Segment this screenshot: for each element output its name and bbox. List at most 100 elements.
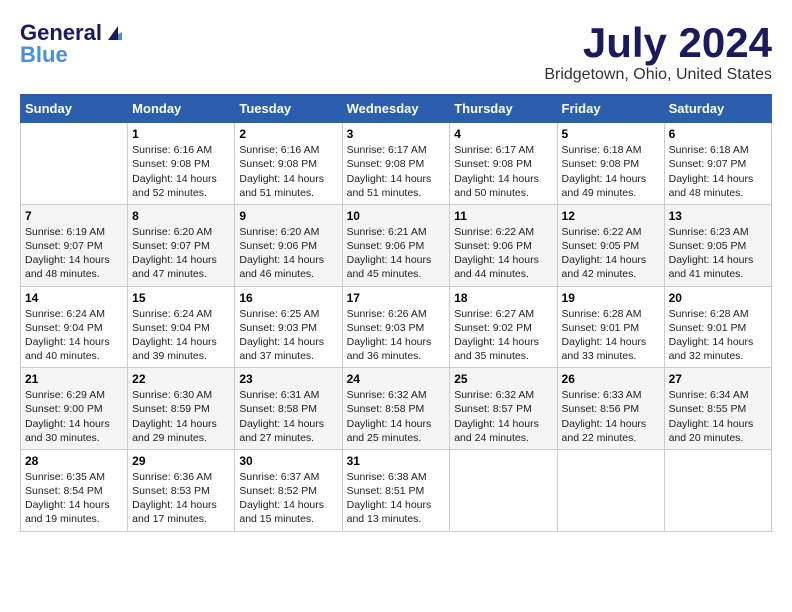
calendar-cell: 25 Sunrise: 6:32 AMSunset: 8:57 PMDayligh… bbox=[450, 368, 557, 450]
calendar-cell: 24 Sunrise: 6:32 AMSunset: 8:58 PMDayligh… bbox=[342, 368, 450, 450]
day-info: Sunrise: 6:22 AMSunset: 9:05 PMDaylight:… bbox=[562, 225, 660, 282]
calendar-cell: 19 Sunrise: 6:28 AMSunset: 9:01 PMDayligh… bbox=[557, 286, 664, 368]
calendar-cell: 26Sunrise: 6:33 AMSunset: 8:56 PMDayligh… bbox=[557, 368, 664, 450]
calendar-cell: 9 Sunrise: 6:20 AMSunset: 9:06 PMDaylight… bbox=[235, 204, 342, 286]
calendar-header-row: SundayMondayTuesdayWednesdayThursdayFrid… bbox=[21, 95, 772, 123]
calendar-cell: 6Sunrise: 6:18 AMSunset: 9:07 PMDaylight… bbox=[664, 123, 771, 205]
day-info: Sunrise: 6:21 AMSunset: 9:06 PMDaylight:… bbox=[347, 225, 446, 282]
day-info: Sunrise: 6:16 AMSunset: 9:08 PMDaylight:… bbox=[132, 143, 230, 200]
calendar-cell bbox=[557, 449, 664, 531]
day-number: 15 bbox=[132, 291, 230, 305]
day-info: Sunrise: 6:23 AMSunset: 9:05 PMDaylight:… bbox=[669, 225, 767, 282]
calendar-cell bbox=[450, 449, 557, 531]
header: General Blue July 2024 Bridgetown, Ohio,… bbox=[20, 20, 772, 84]
day-info: Sunrise: 6:17 AMSunset: 9:08 PMDaylight:… bbox=[347, 143, 446, 200]
header-friday: Friday bbox=[557, 95, 664, 123]
header-monday: Monday bbox=[128, 95, 235, 123]
day-info: Sunrise: 6:20 AMSunset: 9:07 PMDaylight:… bbox=[132, 225, 230, 282]
day-number: 3 bbox=[347, 127, 446, 141]
calendar-cell: 18 Sunrise: 6:27 AMSunset: 9:02 PMDayligh… bbox=[450, 286, 557, 368]
day-number: 9 bbox=[239, 209, 337, 223]
calendar-cell: 22 Sunrise: 6:30 AMSunset: 8:59 PMDayligh… bbox=[128, 368, 235, 450]
calendar-cell: 15 Sunrise: 6:24 AMSunset: 9:04 PMDayligh… bbox=[128, 286, 235, 368]
day-number: 22 bbox=[132, 372, 230, 386]
location: Bridgetown, Ohio, United States bbox=[544, 66, 772, 84]
day-info: Sunrise: 6:37 AMSunset: 8:52 PMDaylight:… bbox=[239, 470, 337, 527]
header-sunday: Sunday bbox=[21, 95, 128, 123]
calendar-cell: 29 Sunrise: 6:36 AMSunset: 8:53 PMDayligh… bbox=[128, 449, 235, 531]
header-tuesday: Tuesday bbox=[235, 95, 342, 123]
day-number: 14 bbox=[25, 291, 123, 305]
day-number: 20 bbox=[669, 291, 767, 305]
day-info: Sunrise: 6:36 AMSunset: 8:53 PMDaylight:… bbox=[132, 470, 230, 527]
day-number: 6 bbox=[669, 127, 767, 141]
day-number: 27 bbox=[669, 372, 767, 386]
day-info: Sunrise: 6:17 AMSunset: 9:08 PMDaylight:… bbox=[454, 143, 552, 200]
day-number: 2 bbox=[239, 127, 337, 141]
day-number: 24 bbox=[347, 372, 446, 386]
day-info: Sunrise: 6:38 AMSunset: 8:51 PMDaylight:… bbox=[347, 470, 446, 527]
calendar-cell: 4Sunrise: 6:17 AMSunset: 9:08 PMDaylight… bbox=[450, 123, 557, 205]
day-number: 31 bbox=[347, 454, 446, 468]
day-info: Sunrise: 6:28 AMSunset: 9:01 PMDaylight:… bbox=[669, 307, 767, 364]
day-number: 1 bbox=[132, 127, 230, 141]
calendar-cell: 1 Sunrise: 6:16 AMSunset: 9:08 PMDaylight… bbox=[128, 123, 235, 205]
month-title: July 2024 bbox=[544, 20, 772, 66]
calendar-cell: 8Sunrise: 6:20 AMSunset: 9:07 PMDaylight… bbox=[128, 204, 235, 286]
day-number: 19 bbox=[562, 291, 660, 305]
day-info: Sunrise: 6:27 AMSunset: 9:02 PMDaylight:… bbox=[454, 307, 552, 364]
day-number: 30 bbox=[239, 454, 337, 468]
calendar-week-1: 1 Sunrise: 6:16 AMSunset: 9:08 PMDaylight… bbox=[21, 123, 772, 205]
calendar-week-5: 28 Sunrise: 6:35 AMSunset: 8:54 PMDayligh… bbox=[21, 449, 772, 531]
day-number: 23 bbox=[239, 372, 337, 386]
day-number: 29 bbox=[132, 454, 230, 468]
day-info: Sunrise: 6:32 AMSunset: 8:58 PMDaylight:… bbox=[347, 388, 446, 445]
day-info: Sunrise: 6:29 AMSunset: 9:00 PMDaylight:… bbox=[25, 388, 123, 445]
day-number: 21 bbox=[25, 372, 123, 386]
calendar-cell: 30 Sunrise: 6:37 AMSunset: 8:52 PMDayligh… bbox=[235, 449, 342, 531]
day-number: 18 bbox=[454, 291, 552, 305]
calendar-cell: 27Sunrise: 6:34 AMSunset: 8:55 PMDayligh… bbox=[664, 368, 771, 450]
calendar-cell: 5Sunrise: 6:18 AMSunset: 9:08 PMDaylight… bbox=[557, 123, 664, 205]
calendar-cell bbox=[21, 123, 128, 205]
day-info: Sunrise: 6:35 AMSunset: 8:54 PMDaylight:… bbox=[25, 470, 123, 527]
day-info: Sunrise: 6:19 AMSunset: 9:07 PMDaylight:… bbox=[25, 225, 123, 282]
day-info: Sunrise: 6:30 AMSunset: 8:59 PMDaylight:… bbox=[132, 388, 230, 445]
calendar-week-3: 14 Sunrise: 6:24 AMSunset: 9:04 PMDayligh… bbox=[21, 286, 772, 368]
calendar-cell: 12Sunrise: 6:22 AMSunset: 9:05 PMDayligh… bbox=[557, 204, 664, 286]
day-number: 25 bbox=[454, 372, 552, 386]
day-number: 17 bbox=[347, 291, 446, 305]
day-info: Sunrise: 6:33 AMSunset: 8:56 PMDaylight:… bbox=[562, 388, 660, 445]
day-number: 7 bbox=[25, 209, 123, 223]
day-number: 28 bbox=[25, 454, 123, 468]
day-info: Sunrise: 6:16 AMSunset: 9:08 PMDaylight:… bbox=[239, 143, 337, 200]
calendar-cell: 23 Sunrise: 6:31 AMSunset: 8:58 PMDayligh… bbox=[235, 368, 342, 450]
calendar-cell bbox=[664, 449, 771, 531]
day-number: 13 bbox=[669, 209, 767, 223]
logo-blue: Blue bbox=[20, 42, 68, 68]
day-info: Sunrise: 6:24 AMSunset: 9:04 PMDaylight:… bbox=[25, 307, 123, 364]
header-saturday: Saturday bbox=[664, 95, 771, 123]
logo: General Blue bbox=[20, 20, 126, 68]
day-info: Sunrise: 6:24 AMSunset: 9:04 PMDaylight:… bbox=[132, 307, 230, 364]
calendar-cell: 7 Sunrise: 6:19 AMSunset: 9:07 PMDaylight… bbox=[21, 204, 128, 286]
day-number: 10 bbox=[347, 209, 446, 223]
day-number: 16 bbox=[239, 291, 337, 305]
day-info: Sunrise: 6:26 AMSunset: 9:03 PMDaylight:… bbox=[347, 307, 446, 364]
title-area: July 2024 Bridgetown, Ohio, United State… bbox=[544, 20, 772, 84]
calendar-week-4: 21 Sunrise: 6:29 AMSunset: 9:00 PMDayligh… bbox=[21, 368, 772, 450]
calendar-cell: 14 Sunrise: 6:24 AMSunset: 9:04 PMDayligh… bbox=[21, 286, 128, 368]
calendar: SundayMondayTuesdayWednesdayThursdayFrid… bbox=[20, 94, 772, 531]
day-info: Sunrise: 6:32 AMSunset: 8:57 PMDaylight:… bbox=[454, 388, 552, 445]
day-info: Sunrise: 6:31 AMSunset: 8:58 PMDaylight:… bbox=[239, 388, 337, 445]
day-info: Sunrise: 6:28 AMSunset: 9:01 PMDaylight:… bbox=[562, 307, 660, 364]
calendar-cell: 31 Sunrise: 6:38 AMSunset: 8:51 PMDayligh… bbox=[342, 449, 450, 531]
calendar-week-2: 7 Sunrise: 6:19 AMSunset: 9:07 PMDaylight… bbox=[21, 204, 772, 286]
header-wednesday: Wednesday bbox=[342, 95, 450, 123]
calendar-cell: 17 Sunrise: 6:26 AMSunset: 9:03 PMDayligh… bbox=[342, 286, 450, 368]
header-thursday: Thursday bbox=[450, 95, 557, 123]
calendar-cell: 13 Sunrise: 6:23 AMSunset: 9:05 PMDayligh… bbox=[664, 204, 771, 286]
day-number: 11 bbox=[454, 209, 552, 223]
logo-triangle-icon bbox=[104, 22, 126, 44]
day-info: Sunrise: 6:20 AMSunset: 9:06 PMDaylight:… bbox=[239, 225, 337, 282]
